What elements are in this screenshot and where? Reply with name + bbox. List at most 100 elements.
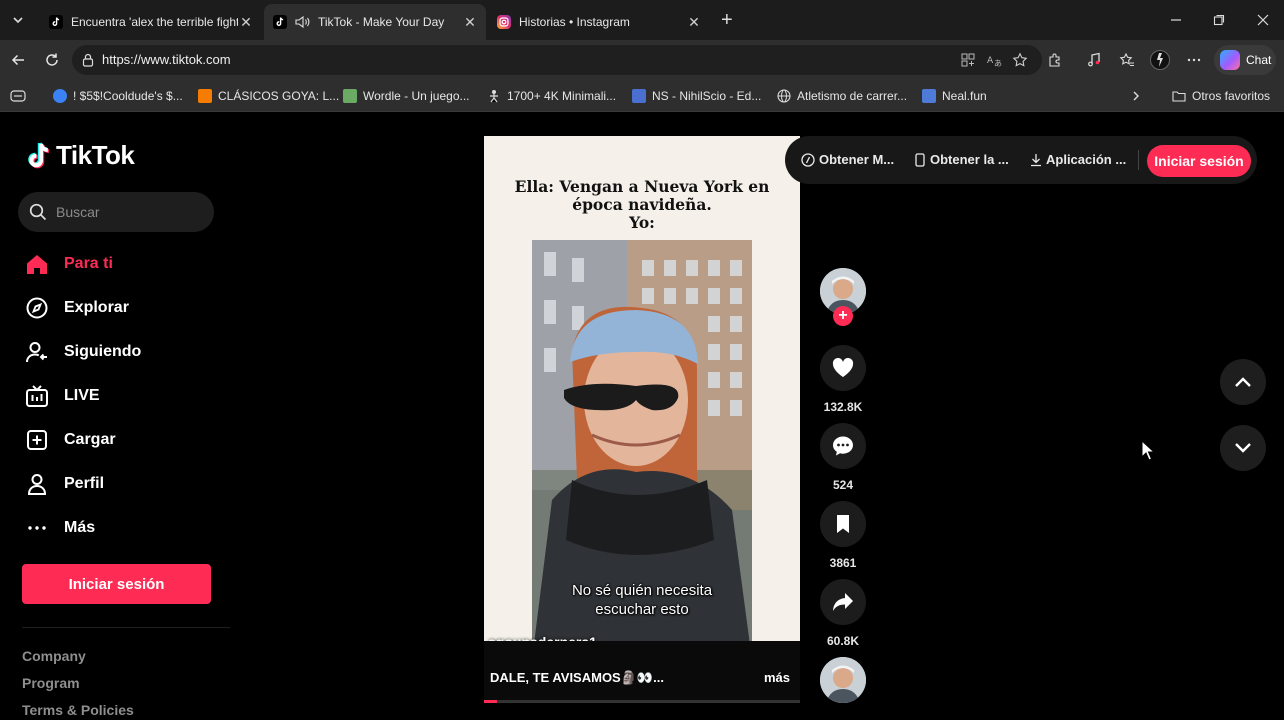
tab-title: Historias • Instagram [519, 15, 630, 29]
nealfun-icon [922, 89, 936, 103]
bookmark-item[interactable]: CLÁSICOS GOYA: L... [198, 87, 339, 105]
settings-more-icon[interactable] [1184, 50, 1204, 70]
video-headline: Ella: Vengan a Nueva York en época navid… [514, 177, 770, 232]
tab-icon[interactable] [10, 87, 26, 105]
like-count: 132.8K [823, 400, 863, 414]
figure-icon [487, 89, 501, 103]
next-video-button[interactable] [1220, 425, 1266, 471]
site-info-icon[interactable] [80, 52, 96, 73]
get-app-link[interactable]: Obtener la ... [914, 152, 1009, 167]
coin-icon [801, 152, 815, 167]
favorites-icon[interactable] [1117, 50, 1137, 70]
video-progress-bar[interactable] [484, 700, 800, 703]
more-icon [24, 515, 50, 541]
comment-count: 524 [832, 478, 854, 492]
profile-avatar-icon[interactable] [1150, 50, 1170, 70]
bookmark-item[interactable]: Neal.fun [922, 87, 987, 105]
close-tab-icon[interactable]: ✕ [462, 14, 478, 31]
compass-icon [24, 295, 50, 321]
nav-item-cargar[interactable]: Cargar [24, 424, 116, 456]
instagram-icon [496, 14, 512, 30]
speaker-icon[interactable] [295, 14, 311, 30]
chevron-up-icon [1235, 377, 1251, 387]
video-description-bar: DALE, TE AVISAMOS🗿👀... más [484, 641, 800, 703]
search-input[interactable] [56, 202, 206, 222]
minimize-icon[interactable] [1166, 10, 1186, 30]
search-box[interactable] [18, 192, 214, 232]
video-player[interactable]: Ella: Vengan a Nueva York en época navid… [484, 136, 800, 703]
bookmarks-bar: ! $5$!Cooldude's $... CLÁSICOS GOYA: L..… [0, 80, 1284, 112]
more-bookmarks-chevron-icon[interactable] [1131, 87, 1141, 105]
folder-icon [1172, 89, 1186, 103]
comment-button[interactable] [820, 423, 866, 469]
browser-tab-instagram[interactable]: Historias • Instagram ✕ [488, 4, 710, 40]
bookmark-item[interactable]: Atletismo de carrer... [777, 87, 907, 105]
close-window-icon[interactable] [1253, 10, 1273, 30]
extensions-icon[interactable] [1045, 50, 1065, 70]
share-arrow-icon [833, 593, 853, 611]
live-icon [24, 383, 50, 409]
copilot-chat-button[interactable]: Chat [1214, 45, 1276, 75]
nav-item-para-ti[interactable]: Para ti [24, 248, 113, 280]
apps-grid-icon[interactable] [960, 52, 976, 68]
address-bar[interactable]: https://www.tiktok.com Aあ [72, 45, 1042, 75]
restore-icon[interactable] [1209, 10, 1229, 30]
globe-icon [777, 89, 791, 103]
browser-tab-tiktok[interactable]: TikTok - Make Your Day ✕ [264, 4, 486, 40]
phone-icon [915, 152, 925, 167]
tab-title: TikTok - Make Your Day [318, 15, 445, 29]
browser-tab-search[interactable]: Encuentra 'alex the terrible fight' e ✕ [40, 4, 262, 40]
tab-actions-chevron-icon[interactable] [6, 8, 30, 32]
url-text[interactable]: https://www.tiktok.com [102, 52, 231, 67]
footer-link-company[interactable]: Company [22, 648, 86, 664]
close-tab-icon[interactable]: ✕ [686, 14, 702, 31]
svg-text:あ: あ [994, 59, 1002, 68]
footer-link-terms[interactable]: Terms & Policies [22, 702, 134, 718]
topbar-divider [1138, 150, 1139, 170]
share-button[interactable] [820, 579, 866, 625]
reload-icon[interactable] [42, 50, 62, 70]
video-caption: No sé quién necesita escuchar esto [571, 582, 713, 618]
home-icon [24, 251, 50, 277]
previous-video-button[interactable] [1220, 359, 1266, 405]
close-tab-icon[interactable]: ✕ [238, 14, 254, 31]
browser-toolbar: https://www.tiktok.com Aあ Chat [0, 40, 1284, 80]
new-tab-plus-icon[interactable]: + [721, 9, 733, 31]
back-arrow-icon[interactable] [8, 50, 28, 70]
tiktok-icon [48, 14, 64, 30]
footer-link-program[interactable]: Program [22, 675, 80, 691]
nav-item-live[interactable]: LIVE [24, 380, 100, 412]
save-button[interactable] [820, 501, 866, 547]
media-control-icon[interactable] [1084, 50, 1104, 70]
browser-tab-bar: Encuentra 'alex the terrible fight' e ✕ … [0, 0, 1284, 40]
nav-item-explorar[interactable]: Explorar [24, 292, 129, 324]
desktop-app-link[interactable]: Aplicación ... [1030, 152, 1126, 167]
tiktok-logo[interactable]: TikTok [26, 140, 135, 171]
video-description: DALE, TE AVISAMOS🗿👀... [490, 670, 664, 685]
sidebar-login-button[interactable]: Iniciar sesión [22, 564, 211, 604]
bookmark-icon [837, 515, 849, 533]
video-progress-fill [484, 700, 497, 703]
more-link[interactable]: más [764, 670, 790, 685]
comment-icon [833, 436, 853, 456]
get-coins-link[interactable]: Obtener M... [801, 152, 894, 167]
other-favorites-folder[interactable]: Otros favoritos [1172, 87, 1270, 105]
translate-icon[interactable]: Aあ [986, 52, 1002, 68]
favorite-star-icon[interactable] [1012, 52, 1028, 68]
following-icon [24, 339, 50, 365]
nav-item-perfil[interactable]: Perfil [24, 468, 104, 500]
bookmark-item[interactable]: NS - NihilScio - Ed... [632, 87, 761, 105]
bookmark-item[interactable]: Wordle - Un juego... [343, 87, 470, 105]
nav-item-siguiendo[interactable]: Siguiendo [24, 336, 141, 368]
svg-text:A: A [987, 56, 994, 66]
bookmark-item[interactable]: 1700+ 4K Minimali... [487, 87, 616, 105]
bookmark-item[interactable]: ! $5$!Cooldude's $... [53, 87, 183, 105]
topbar-login-button[interactable]: Iniciar sesión [1147, 145, 1251, 177]
follow-plus-icon[interactable]: + [833, 306, 853, 326]
nav-item-mas[interactable]: Más [24, 512, 95, 544]
top-action-bar: Obtener M... Obtener la ... Aplicación .… [785, 136, 1257, 184]
like-button[interactable] [820, 345, 866, 391]
copilot-icon [1220, 50, 1240, 70]
music-disc-avatar[interactable] [820, 657, 866, 703]
tiktok-page: TikTok Para ti Explorar Siguiendo LIVE C… [4, 113, 1284, 720]
